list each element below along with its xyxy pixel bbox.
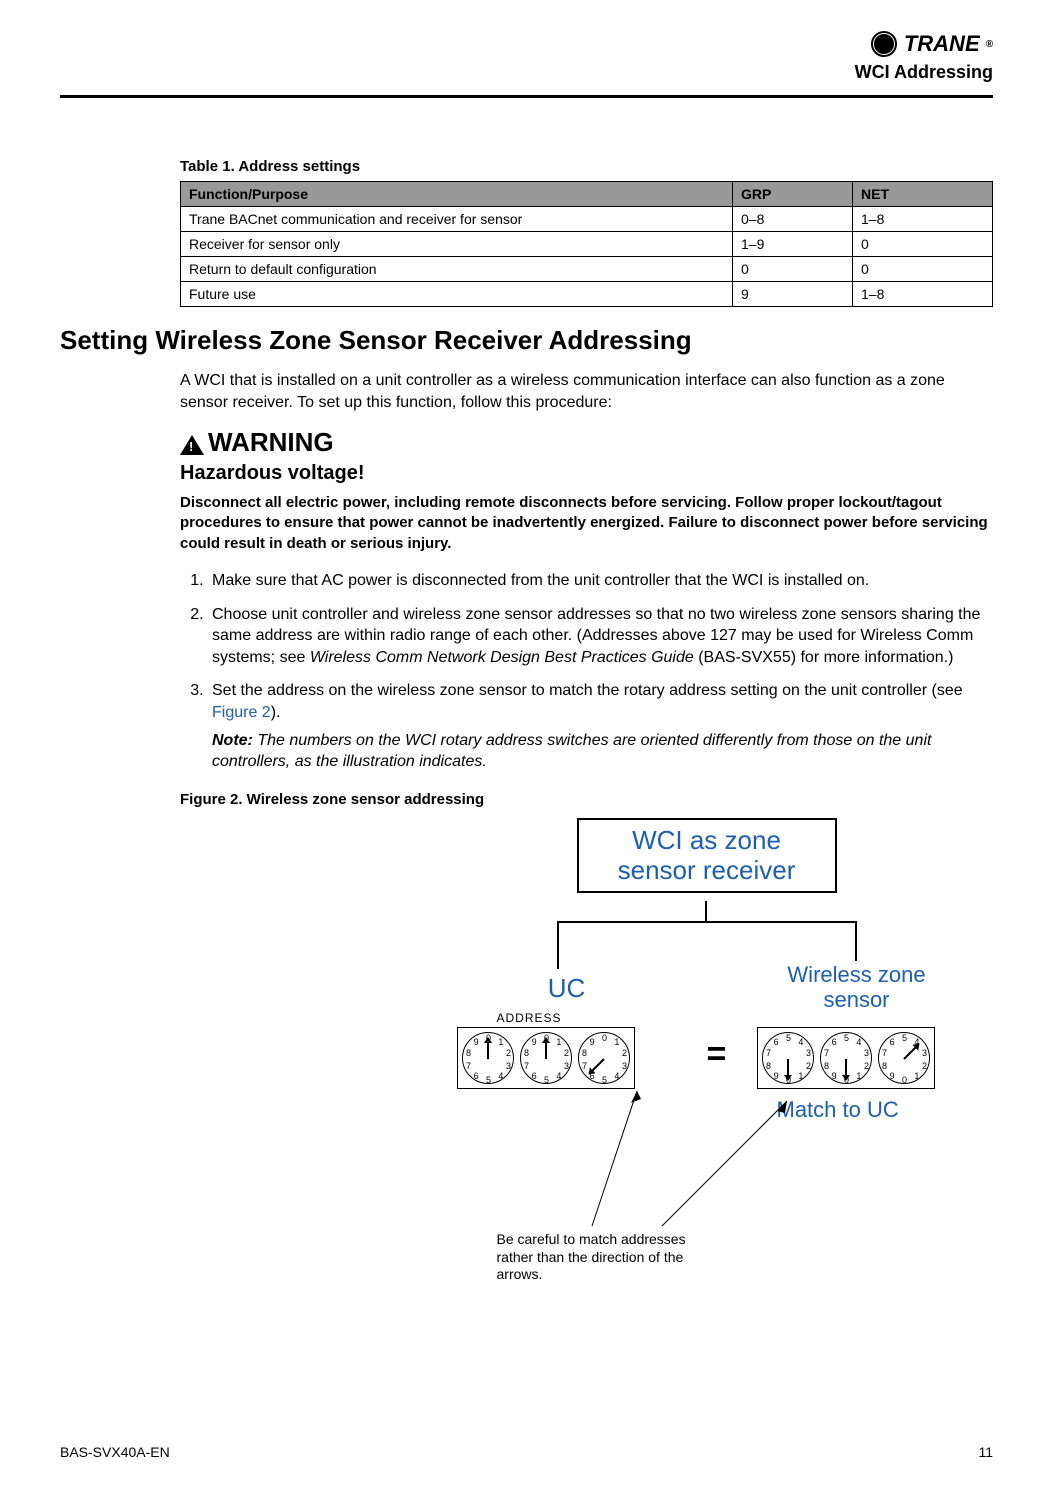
address-heading: ADDRESS — [497, 1011, 562, 1025]
step-3: Set the address on the wireless zone sen… — [208, 680, 993, 772]
doc-id: BAS-SVX40A-EN — [60, 1444, 170, 1460]
cell-net: 0 — [853, 257, 993, 282]
warning-subtitle: Hazardous voltage! — [180, 462, 993, 485]
table-row: Return to default configuration 0 0 — [181, 257, 993, 282]
figure-2: WCI as zone sensor receiver UC Wireless … — [420, 818, 993, 1278]
connector-bar — [557, 921, 857, 923]
page-number: 11 — [978, 1444, 993, 1460]
header-rule — [60, 95, 993, 98]
uc-dial-1: 0123456789 — [462, 1032, 514, 1084]
step-3-text-a: Set the address on the wireless zone sen… — [212, 682, 963, 699]
wzs-dial-3: 0123456789 — [878, 1032, 930, 1084]
table-row: Receiver for sensor only 1–9 0 — [181, 232, 993, 257]
callout-arrow-right — [657, 1101, 797, 1231]
cell-net: 1–8 — [853, 282, 993, 307]
cell-grp: 0–8 — [733, 207, 853, 232]
connector-left — [557, 921, 559, 969]
note-label: Note: — [212, 732, 253, 749]
callout-arrow-left — [587, 1091, 647, 1231]
figure-2-caption: Figure 2. Wireless zone sensor addressin… — [180, 791, 993, 808]
table-row: Future use 9 1–8 — [181, 282, 993, 307]
col-grp: GRP — [733, 182, 853, 207]
warning-word: WARNING — [208, 427, 334, 458]
intro-paragraph: A WCI that is installed on a unit contro… — [180, 370, 993, 413]
wzs-dial-1: 0123456789 — [762, 1032, 814, 1084]
step-3-text-b: ). — [271, 704, 281, 721]
col-function: Function/Purpose — [181, 182, 733, 207]
step-3-note: Note: The numbers on the WCI rotary addr… — [212, 730, 993, 773]
warning-header: WARNING — [180, 427, 993, 458]
header: TRANE® — [60, 30, 993, 58]
cell-fn: Trane BACnet communication and receiver … — [181, 207, 733, 232]
connector-stem — [705, 901, 707, 921]
table1-caption: Table 1. Address settings — [180, 158, 993, 175]
cell-fn: Return to default configuration — [181, 257, 733, 282]
uc-dial-2: 0123456789 — [520, 1032, 572, 1084]
brand-logo: TRANE® — [870, 30, 993, 58]
address-settings-table: Function/Purpose GRP NET Trane BACnet co… — [180, 181, 993, 307]
note-text: The numbers on the WCI rotary address sw… — [212, 732, 931, 771]
cell-net: 1–8 — [853, 207, 993, 232]
table-row: Trane BACnet communication and receiver … — [181, 207, 993, 232]
step-2-text-b: (BAS-SVX55) for more information.) — [694, 649, 954, 666]
uc-dial-row: 0123456789 0123456789 0123456789 — [457, 1027, 635, 1089]
cell-net: 0 — [853, 232, 993, 257]
connector-right — [855, 921, 857, 961]
wci-title-l1: WCI as zone — [632, 825, 781, 855]
uc-label: UC — [457, 973, 677, 1004]
warning-triangle-icon — [180, 435, 204, 455]
uc-dial-3: 0123456789 — [578, 1032, 630, 1084]
caution-text: Be careful to match addresses rather tha… — [497, 1231, 717, 1284]
step-2: Choose unit controller and wireless zone… — [208, 604, 993, 669]
step-2-reference: Wireless Comm Network Design Best Practi… — [310, 649, 694, 666]
cell-grp: 9 — [733, 282, 853, 307]
step-1: Make sure that AC power is disconnected … — [208, 570, 993, 592]
wzs-dial-2: 0123456789 — [820, 1032, 872, 1084]
cell-grp: 1–9 — [733, 232, 853, 257]
wireless-zone-sensor-label: Wireless zone sensor — [737, 963, 977, 1011]
page-section-title: WCI Addressing — [60, 62, 993, 83]
table-header-row: Function/Purpose GRP NET — [181, 182, 993, 207]
cell-fn: Receiver for sensor only — [181, 232, 733, 257]
cell-grp: 0 — [733, 257, 853, 282]
brand-text: TRANE — [904, 31, 980, 57]
wzs-label-l1: Wireless zone — [787, 962, 925, 987]
brand-icon — [870, 30, 898, 58]
page-footer: BAS-SVX40A-EN 11 — [60, 1444, 993, 1460]
procedure-list: Make sure that AC power is disconnected … — [208, 570, 993, 773]
wci-title-box: WCI as zone sensor receiver — [577, 818, 837, 894]
equals-sign: = — [707, 1035, 727, 1074]
cell-fn: Future use — [181, 282, 733, 307]
wzs-dial-row: 0123456789 0123456789 0123456789 — [757, 1027, 935, 1089]
warning-body: Disconnect all electric power, including… — [180, 493, 993, 554]
wzs-label-l2: sensor — [823, 987, 889, 1012]
wci-title-l2: sensor receiver — [618, 855, 796, 885]
figure-2-link[interactable]: Figure 2 — [212, 704, 271, 721]
section-heading: Setting Wireless Zone Sensor Receiver Ad… — [60, 325, 993, 356]
col-net: NET — [853, 182, 993, 207]
